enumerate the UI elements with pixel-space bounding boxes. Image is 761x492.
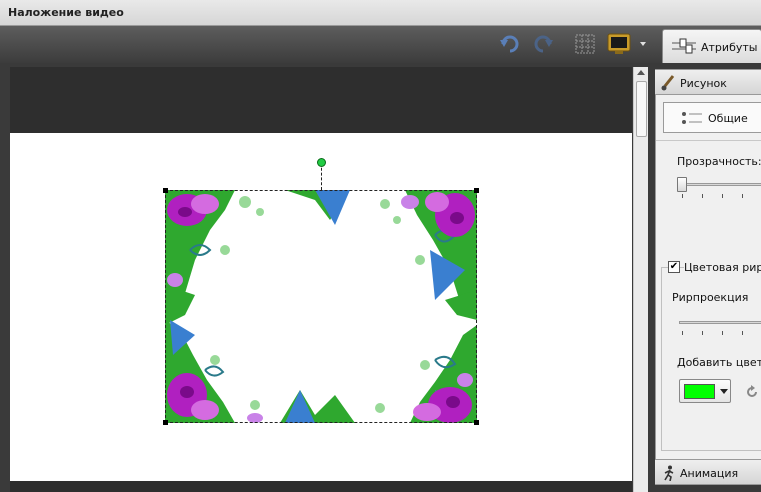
letterbox-bottom: [10, 481, 632, 492]
resize-handle-bottom-right[interactable]: [474, 420, 479, 425]
redo-button[interactable]: [530, 32, 556, 56]
monitor-dropdown-button[interactable]: [606, 32, 650, 56]
animation-section-title: Анимация: [680, 467, 739, 480]
grid-button[interactable]: [574, 32, 596, 56]
scrollbar-thumb[interactable]: [636, 81, 647, 137]
chroma-key-checkbox-label: Цветовая рирпроекция: [684, 261, 761, 274]
add-color-label: Добавить цвет:: [677, 356, 761, 369]
transparency-slider-track[interactable]: [678, 183, 761, 186]
redo-icon: [534, 35, 553, 53]
color-picker-button[interactable]: [679, 379, 731, 403]
undo-button[interactable]: [497, 32, 523, 56]
letterbox-top: [10, 67, 632, 133]
rotation-handle[interactable]: [317, 158, 326, 167]
running-figure-icon: [664, 465, 674, 481]
preview-area: [0, 63, 655, 492]
chroma-key-slider-ticks: [682, 331, 761, 336]
brush-icon: [661, 75, 675, 91]
chroma-key-label: Рирпроекция: [672, 291, 749, 304]
chroma-key-slider-track[interactable]: [679, 321, 761, 324]
sliders-icon: [672, 38, 696, 54]
subtab-divider: [656, 140, 761, 141]
toolbar: Атрибуты: [0, 26, 761, 63]
chevron-down-icon: [720, 389, 728, 394]
resize-handle-top-right[interactable]: [474, 188, 479, 193]
video-overlay-window: Наложение видео Атрибуты Рисунок Общие П…: [0, 0, 761, 492]
list-icon: [682, 112, 702, 124]
transparency-slider-thumb[interactable]: [677, 177, 687, 192]
reset-color-icon[interactable]: [745, 385, 759, 399]
rotation-line: [321, 163, 322, 190]
selected-color-swatch: [684, 384, 715, 399]
selection-box[interactable]: [165, 190, 477, 423]
picture-section-body: Общие Прозрачность: ✔ Цветовая рирпроекц…: [655, 95, 761, 459]
monitor-icon: [607, 33, 646, 54]
grid-icon: [575, 34, 595, 54]
scroll-up-arrow-icon[interactable]: [637, 70, 645, 75]
tab-general-label: Общие: [708, 112, 748, 125]
tab-general[interactable]: Общие: [663, 102, 761, 133]
undo-icon: [500, 35, 519, 53]
transparency-label: Прозрачность:: [677, 155, 761, 168]
vertical-scrollbar[interactable]: [633, 67, 648, 492]
picture-section-header[interactable]: Рисунок: [655, 69, 761, 95]
tab-attributes-label: Атрибуты: [701, 41, 758, 54]
preview-canvas: [10, 67, 632, 492]
title-bar: Наложение видео: [0, 0, 761, 26]
chroma-key-checkbox[interactable]: ✔: [668, 261, 680, 273]
transparency-slider-ticks: [682, 194, 761, 199]
resize-handle-bottom-left[interactable]: [163, 420, 168, 425]
picture-section-title: Рисунок: [680, 77, 727, 90]
resize-handle-top-left[interactable]: [163, 188, 168, 193]
attributes-panel: Рисунок Общие Прозрачность: ✔ Цветовая р…: [655, 63, 761, 492]
window-title: Наложение видео: [8, 6, 124, 19]
tab-attributes[interactable]: Атрибуты: [662, 29, 761, 63]
animation-section-header[interactable]: Анимация: [655, 459, 761, 485]
